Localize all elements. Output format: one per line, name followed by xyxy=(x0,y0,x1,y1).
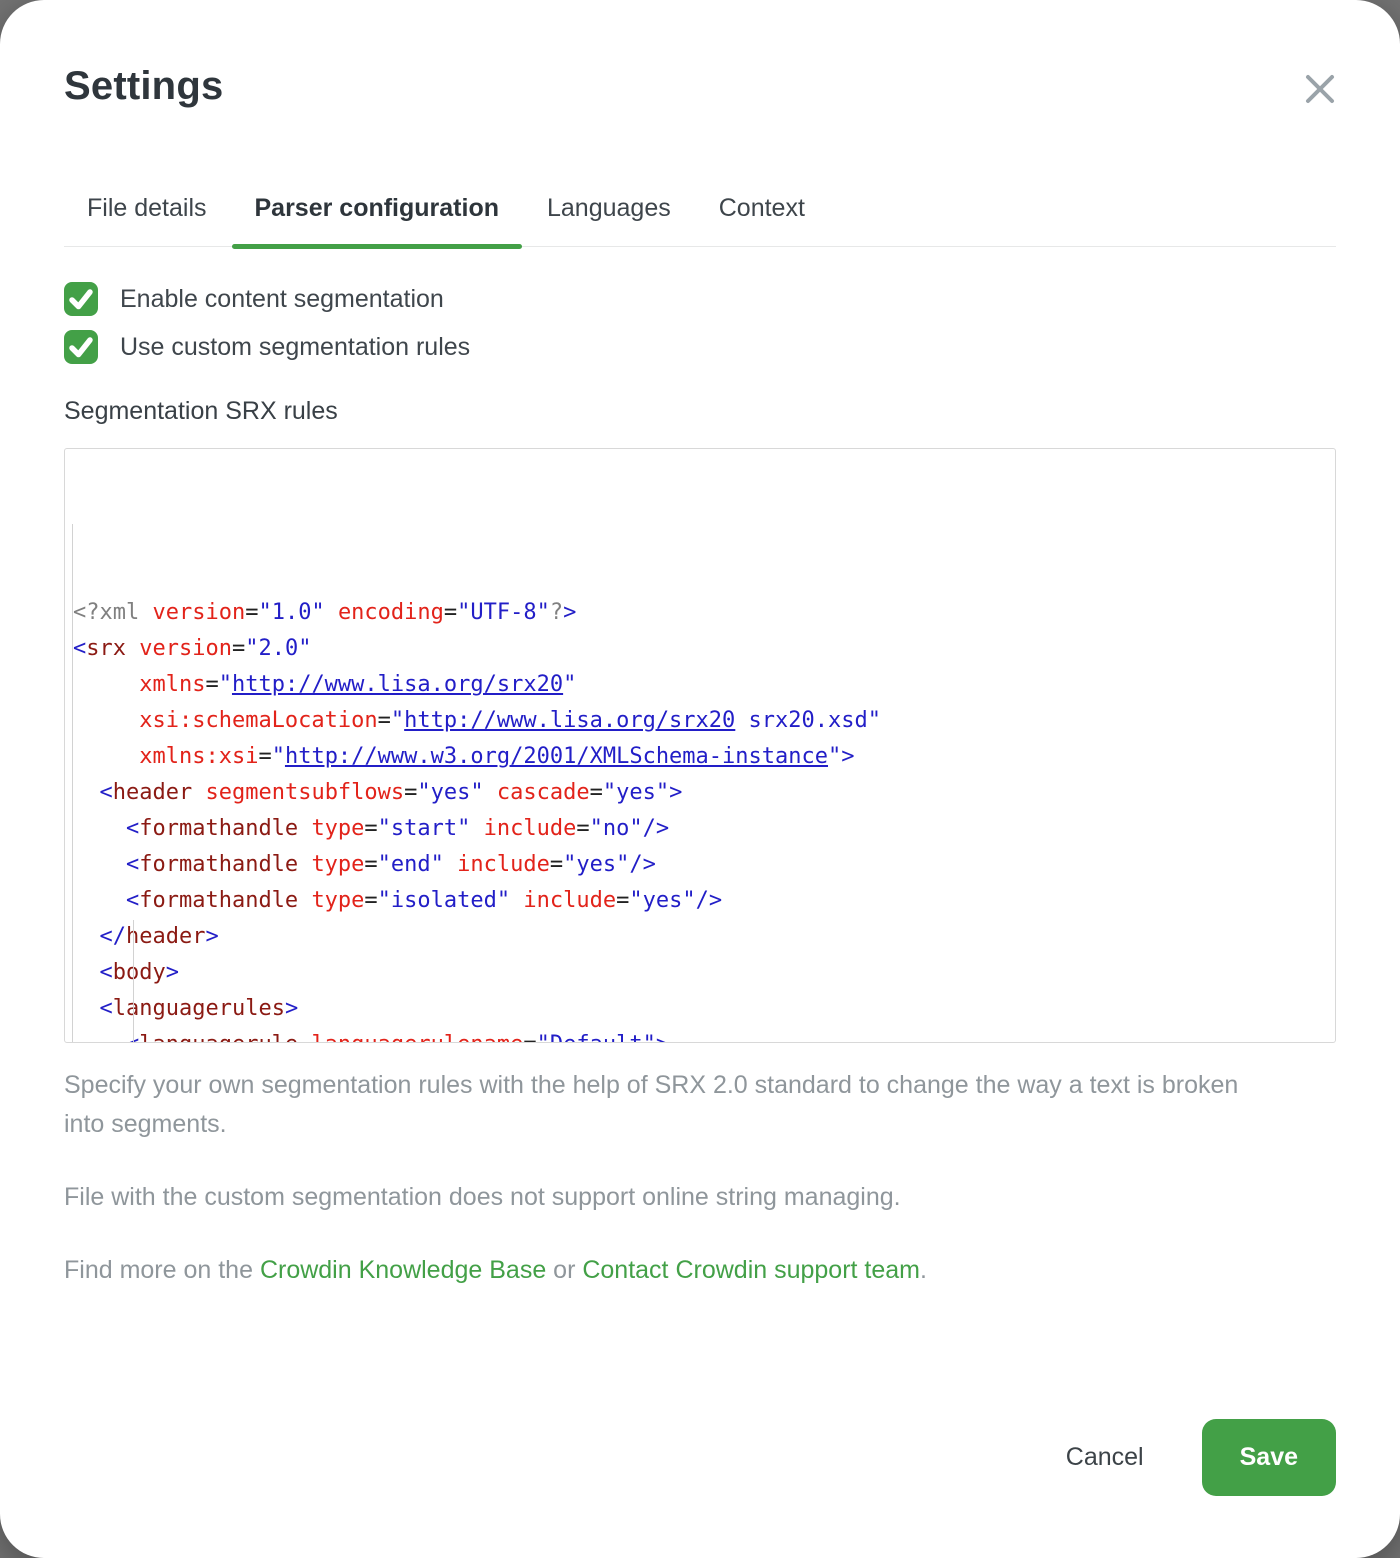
cancel-button[interactable]: Cancel xyxy=(1066,1443,1144,1472)
segmentation-rules-label: Segmentation SRX rules xyxy=(64,397,1336,426)
help-paragraph-2: File with the custom segmentation does n… xyxy=(64,1178,1336,1217)
dialog-title: Settings xyxy=(64,62,223,110)
tab-parser-configuration[interactable]: Parser configuration xyxy=(232,194,523,246)
checkbox-label: Use custom segmentation rules xyxy=(120,333,470,362)
checked-checkbox-icon[interactable] xyxy=(64,282,98,316)
close-icon xyxy=(1302,95,1338,110)
checkbox-label: Enable content segmentation xyxy=(120,285,444,314)
help-paragraph-3: Find more on the Crowdin Knowledge Base … xyxy=(64,1251,1336,1290)
checkbox-use-custom-segmentation-rules[interactable]: Use custom segmentation rules xyxy=(64,323,1336,371)
help-text-prefix: Find more on the xyxy=(64,1256,260,1284)
tab-languages[interactable]: Languages xyxy=(524,194,694,246)
checkbox-enable-content-segmentation[interactable]: Enable content segmentation xyxy=(64,275,1336,323)
dialog-header: Settings xyxy=(64,0,1336,112)
code-content: <?xml version="1.0" encoding="UTF-8"?><s… xyxy=(73,595,1335,1043)
indent-guide xyxy=(133,920,134,1042)
settings-dialog: Settings File details Parser configurati… xyxy=(0,0,1400,1558)
srx-code-editor[interactable]: <?xml version="1.0" encoding="UTF-8"?><s… xyxy=(64,448,1336,1043)
help-text-section: Specify your own segmentation rules with… xyxy=(64,1066,1336,1290)
checked-checkbox-icon[interactable] xyxy=(64,330,98,364)
help-text-suffix: . xyxy=(920,1256,927,1284)
close-button[interactable] xyxy=(1298,68,1342,112)
knowledge-base-link[interactable]: Crowdin Knowledge Base xyxy=(260,1256,546,1284)
tab-file-details[interactable]: File details xyxy=(64,194,230,246)
tab-context[interactable]: Context xyxy=(696,194,828,246)
dialog-footer: Cancel Save xyxy=(1066,1419,1336,1496)
tab-bar: File details Parser configuration Langua… xyxy=(64,194,1336,247)
help-text-mid: or xyxy=(546,1256,582,1284)
indent-guide xyxy=(72,524,73,1042)
checkbox-group: Enable content segmentation Use custom s… xyxy=(64,275,1336,371)
contact-support-link[interactable]: Contact Crowdin support team xyxy=(582,1256,920,1284)
help-paragraph-1: Specify your own segmentation rules with… xyxy=(64,1066,1279,1144)
save-button[interactable]: Save xyxy=(1202,1419,1336,1496)
